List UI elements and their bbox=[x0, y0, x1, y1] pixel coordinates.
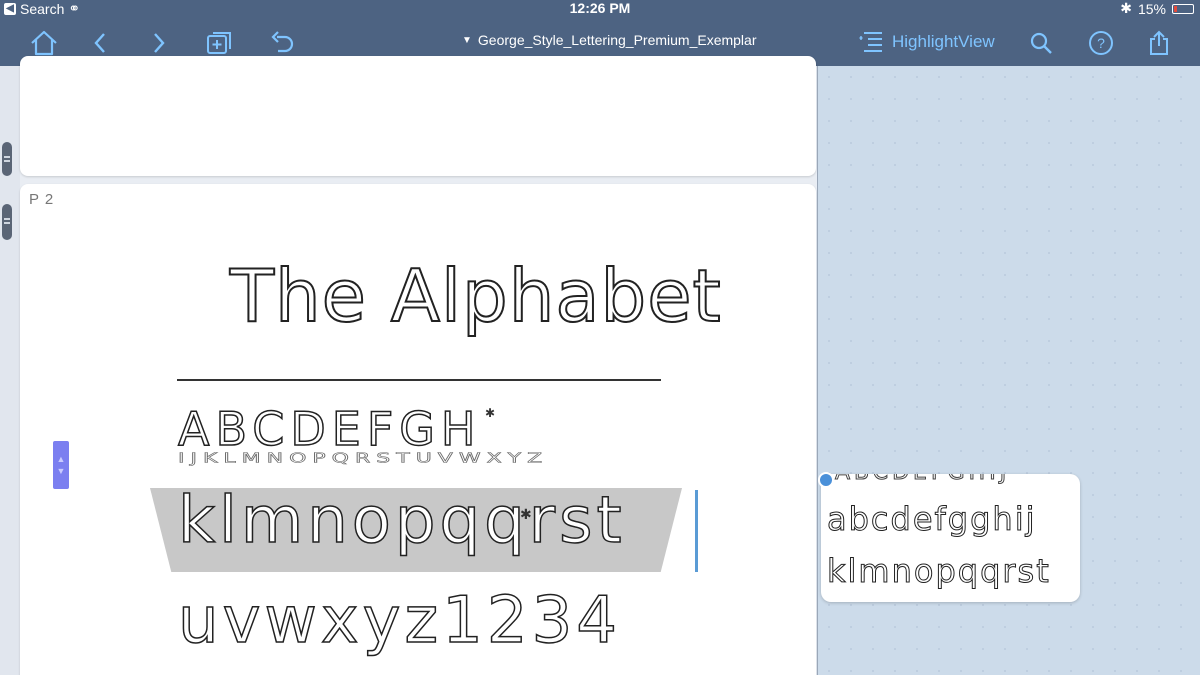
home-icon bbox=[31, 30, 57, 56]
battery-percent: 15% bbox=[1137, 0, 1166, 17]
page-1 bbox=[20, 56, 816, 176]
scroll-marker[interactable]: ▲ ▼ bbox=[53, 441, 69, 489]
scroll-down-icon: ▼ bbox=[56, 466, 66, 476]
dropdown-triangle-icon: ▼ bbox=[462, 34, 472, 46]
status-right: ✱ 15% bbox=[1120, 0, 1194, 17]
uppercase-row-overlap: IJKLMNOPQRSTUVWXYZ bbox=[177, 451, 549, 467]
home-button[interactable] bbox=[28, 28, 60, 58]
document-title-dropdown[interactable]: ▼ George_Style_Lettering_Premium_Exempla… bbox=[462, 32, 757, 48]
document-title: George_Style_Lettering_Premium_Exemplar bbox=[477, 32, 757, 48]
asterisk-mark-2: ✱ bbox=[520, 506, 532, 522]
battery-icon bbox=[1172, 3, 1194, 14]
page-title: The Alphabet bbox=[229, 253, 722, 339]
help-icon: ? bbox=[1089, 31, 1113, 55]
back-button[interactable] bbox=[84, 28, 116, 58]
undo-icon bbox=[271, 31, 294, 53]
chevron-right-icon bbox=[154, 33, 165, 53]
snippet-link-dot[interactable] bbox=[818, 472, 834, 488]
scroll-up-icon: ▲ bbox=[56, 454, 66, 464]
forward-button[interactable] bbox=[143, 28, 175, 58]
snippet-row-2: klmnopqqrst bbox=[827, 552, 1051, 591]
page-label: P 2 bbox=[29, 191, 55, 208]
add-page-button[interactable] bbox=[203, 28, 235, 58]
highlight-snippet-card[interactable]: ABCDEFGHIJ abcdefgghij klmnopqqrst bbox=[821, 474, 1080, 602]
highlight-view-button[interactable]: HighlightView bbox=[858, 30, 995, 54]
page-area: P 2 The Alphabet ABCDEFGH ✱ IJKLMNOPQRST… bbox=[20, 56, 816, 675]
search-button[interactable] bbox=[1025, 28, 1057, 58]
lowercase-row-1: klmnopqqrst bbox=[177, 483, 626, 559]
undo-button[interactable] bbox=[266, 28, 298, 58]
uppercase-row: ABCDEFGH bbox=[177, 401, 482, 457]
rail-handle-bottom[interactable] bbox=[2, 204, 12, 240]
rail-handle-top[interactable] bbox=[2, 142, 12, 176]
highlight-cursor[interactable] bbox=[695, 490, 698, 572]
snippet-row-1: abcdefgghij bbox=[826, 500, 1037, 539]
chevron-left-icon bbox=[94, 33, 105, 53]
status-time: 12:26 PM bbox=[569, 0, 631, 16]
search-icon bbox=[1030, 32, 1052, 54]
snippet-top-row: ABCDEFGHIJ bbox=[834, 474, 1010, 486]
share-button[interactable] bbox=[1143, 28, 1175, 58]
help-button[interactable]: ? bbox=[1085, 28, 1117, 58]
bluetooth-icon: ✱ bbox=[1120, 0, 1132, 16]
add-page-icon bbox=[207, 32, 231, 54]
highlight-view-label: HighlightView bbox=[892, 32, 995, 51]
share-icon bbox=[1150, 30, 1168, 55]
highlight-view-icon bbox=[859, 32, 882, 52]
svg-text:?: ? bbox=[1097, 35, 1105, 51]
title-divider bbox=[177, 379, 661, 381]
lowercase-row-2: uvwxyz1234 bbox=[177, 583, 621, 659]
left-rail bbox=[0, 66, 20, 675]
status-bar: ◀ Search ⚭ 12:26 PM ✱ 15% bbox=[0, 0, 1200, 17]
battery-fill bbox=[1174, 5, 1177, 12]
asterisk-mark: ✱ bbox=[485, 406, 496, 420]
page-2: P 2 The Alphabet ABCDEFGH ✱ IJKLMNOPQRST… bbox=[20, 184, 816, 675]
